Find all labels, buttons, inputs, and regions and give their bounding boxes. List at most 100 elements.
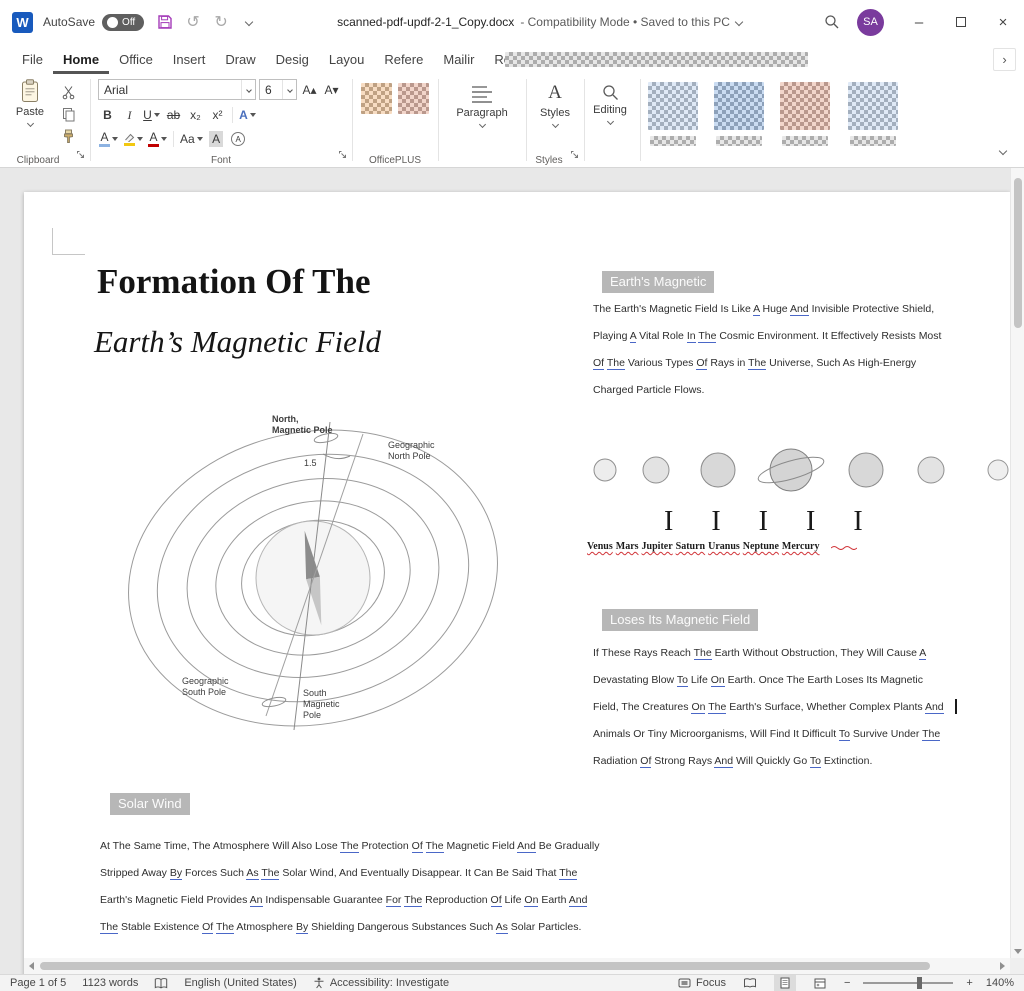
officeplus-tool-button-1[interactable] <box>361 83 392 114</box>
proofing-button[interactable] <box>154 978 168 989</box>
styles-button[interactable]: A Styles <box>531 82 579 127</box>
print-layout-button[interactable] <box>774 975 796 991</box>
close-button[interactable]: × <box>982 0 1024 44</box>
ribbon-tab-layou[interactable]: Layou <box>319 44 374 74</box>
ribbon-tab-mailir[interactable]: Mailir <box>433 44 484 74</box>
zoom-in-button[interactable]: + <box>966 977 972 989</box>
officeplus-group-label: OfficePLUS <box>352 155 438 166</box>
status-bar-right: Focus − + 140% <box>678 975 1014 991</box>
redacted-label <box>716 136 762 146</box>
zoom-slider[interactable] <box>863 982 953 984</box>
horizontal-scroll-thumb[interactable] <box>40 962 930 970</box>
avatar[interactable]: SA <box>857 9 884 36</box>
document-text-line: Earth's Magnetic Field Provides An Indis… <box>100 887 660 914</box>
underline-button[interactable]: U <box>142 105 161 125</box>
word-logo-letter: W <box>16 15 28 30</box>
page-indicator[interactable]: Page 1 of 5 <box>10 977 66 989</box>
autosave-toggle[interactable]: Off <box>102 14 144 31</box>
paragraph-button[interactable]: Paragraph <box>446 84 518 127</box>
redacted-addin-button-4[interactable] <box>848 82 898 130</box>
quick-access-toolbar: ↺ ↻ <box>152 9 262 35</box>
format-painter-button[interactable] <box>58 126 78 146</box>
search-button[interactable] <box>817 7 847 37</box>
focus-mode-button[interactable]: Focus <box>678 977 726 989</box>
superscript-button[interactable]: x² <box>208 105 227 125</box>
chevron-down-icon <box>26 120 33 127</box>
bold-button[interactable]: B <box>98 105 117 125</box>
shrink-font-button[interactable]: A▾ <box>322 80 341 100</box>
font-color-icon: A <box>148 131 159 147</box>
zoom-out-button[interactable]: − <box>844 977 850 989</box>
horizontal-scrollbar[interactable] <box>24 958 1010 974</box>
read-mode-button[interactable] <box>739 975 761 991</box>
font-group: Arial 6 A▴ A▾ B I U ab x₂ x² A A <box>90 74 352 168</box>
planet-name: Uranus <box>708 541 740 552</box>
copy-button[interactable] <box>58 104 78 124</box>
subscript-button[interactable]: x₂ <box>186 105 205 125</box>
text-effects-button[interactable]: A <box>238 105 257 125</box>
customize-qat-button[interactable] <box>236 9 262 35</box>
ribbon-tab-office[interactable]: Office <box>109 44 163 74</box>
word-logo[interactable]: W <box>12 12 33 33</box>
highlight-button[interactable] <box>122 129 144 149</box>
cursor-mark: I <box>759 506 768 538</box>
word-count[interactable]: 1123 words <box>82 977 138 989</box>
strikethrough-button[interactable]: ab <box>164 105 183 125</box>
font-size-select[interactable]: 6 <box>259 79 297 100</box>
document-text-line: At The Same Time, The Atmosphere Will Al… <box>100 833 660 860</box>
ribbon-tab-refere[interactable]: Refere <box>374 44 433 74</box>
zoom-slider-thumb[interactable] <box>917 977 922 989</box>
minimize-button[interactable]: – <box>898 0 940 44</box>
cut-button[interactable] <box>58 82 78 102</box>
chevron-down-icon <box>197 137 203 141</box>
styles-dialog-launcher[interactable] <box>570 146 579 164</box>
planet-name: Jupiter <box>642 541 673 552</box>
more-tabs-button[interactable]: › <box>993 48 1016 71</box>
redacted-addin-button-1[interactable] <box>648 82 698 130</box>
accessibility-checker[interactable]: Accessibility: Investigate <box>313 977 449 989</box>
italic-button[interactable]: I <box>120 105 139 125</box>
vertical-scrollbar[interactable] <box>1010 168 1024 958</box>
redacted-addin-button-3[interactable] <box>780 82 830 130</box>
text-effects-icon: A <box>239 108 248 122</box>
ribbon-tab-file[interactable]: File <box>12 44 53 74</box>
ribbon-tab-home[interactable]: Home <box>53 44 109 74</box>
paste-button[interactable]: Paste <box>8 79 52 149</box>
document-page[interactable]: Formation Of The Earth’s Magnetic Field <box>24 192 1010 974</box>
clipboard-dialog-launcher[interactable] <box>76 146 85 164</box>
planet-neptune <box>918 457 944 483</box>
scroll-down-icon[interactable] <box>1014 949 1022 954</box>
redacted-addin-button-2[interactable] <box>714 82 764 130</box>
scroll-right-icon[interactable] <box>1000 962 1005 970</box>
text-effects-gallery-button[interactable]: A <box>98 129 119 149</box>
character-shading-button[interactable]: A <box>207 129 226 149</box>
paragraph-3: At The Same Time, The Atmosphere Will Al… <box>100 833 660 941</box>
enclose-characters-button[interactable]: A <box>229 129 248 149</box>
autosave-state: Off <box>122 17 135 28</box>
maximize-button[interactable] <box>940 0 982 44</box>
language-indicator[interactable]: English (United States) <box>184 977 297 989</box>
document-sub-title: Earth’s Magnetic Field <box>94 324 381 360</box>
officeplus-tool-button-2[interactable] <box>398 83 429 114</box>
vertical-scroll-thumb[interactable] <box>1014 178 1022 328</box>
web-layout-button[interactable] <box>809 975 831 991</box>
scroll-left-icon[interactable] <box>29 962 34 970</box>
web-layout-icon <box>814 978 826 989</box>
font-color-button[interactable]: A <box>147 129 168 149</box>
redo-button[interactable]: ↻ <box>208 9 234 35</box>
ribbon-tab-desig[interactable]: Desig <box>266 44 319 74</box>
editing-button[interactable]: Editing <box>588 84 632 124</box>
font-name-select[interactable]: Arial <box>98 79 256 100</box>
change-case-button[interactable]: Aa <box>179 129 204 149</box>
font-dialog-launcher[interactable] <box>338 146 347 164</box>
save-button[interactable] <box>152 9 178 35</box>
grow-font-button[interactable]: A▴ <box>300 80 319 100</box>
undo-button[interactable]: ↺ <box>180 9 206 35</box>
ribbon-tab-draw[interactable]: Draw <box>215 44 265 74</box>
ribbon-tab-insert[interactable]: Insert <box>163 44 216 74</box>
figure-label-south-3: Pole <box>303 710 321 720</box>
collapse-ribbon-button[interactable] <box>993 141 1012 161</box>
document-title[interactable]: scanned-pdf-updf-2-1_Copy.docx - Compati… <box>262 15 817 29</box>
zoom-level[interactable]: 140% <box>986 977 1014 989</box>
grow-font-icon: A▴ <box>302 83 316 97</box>
